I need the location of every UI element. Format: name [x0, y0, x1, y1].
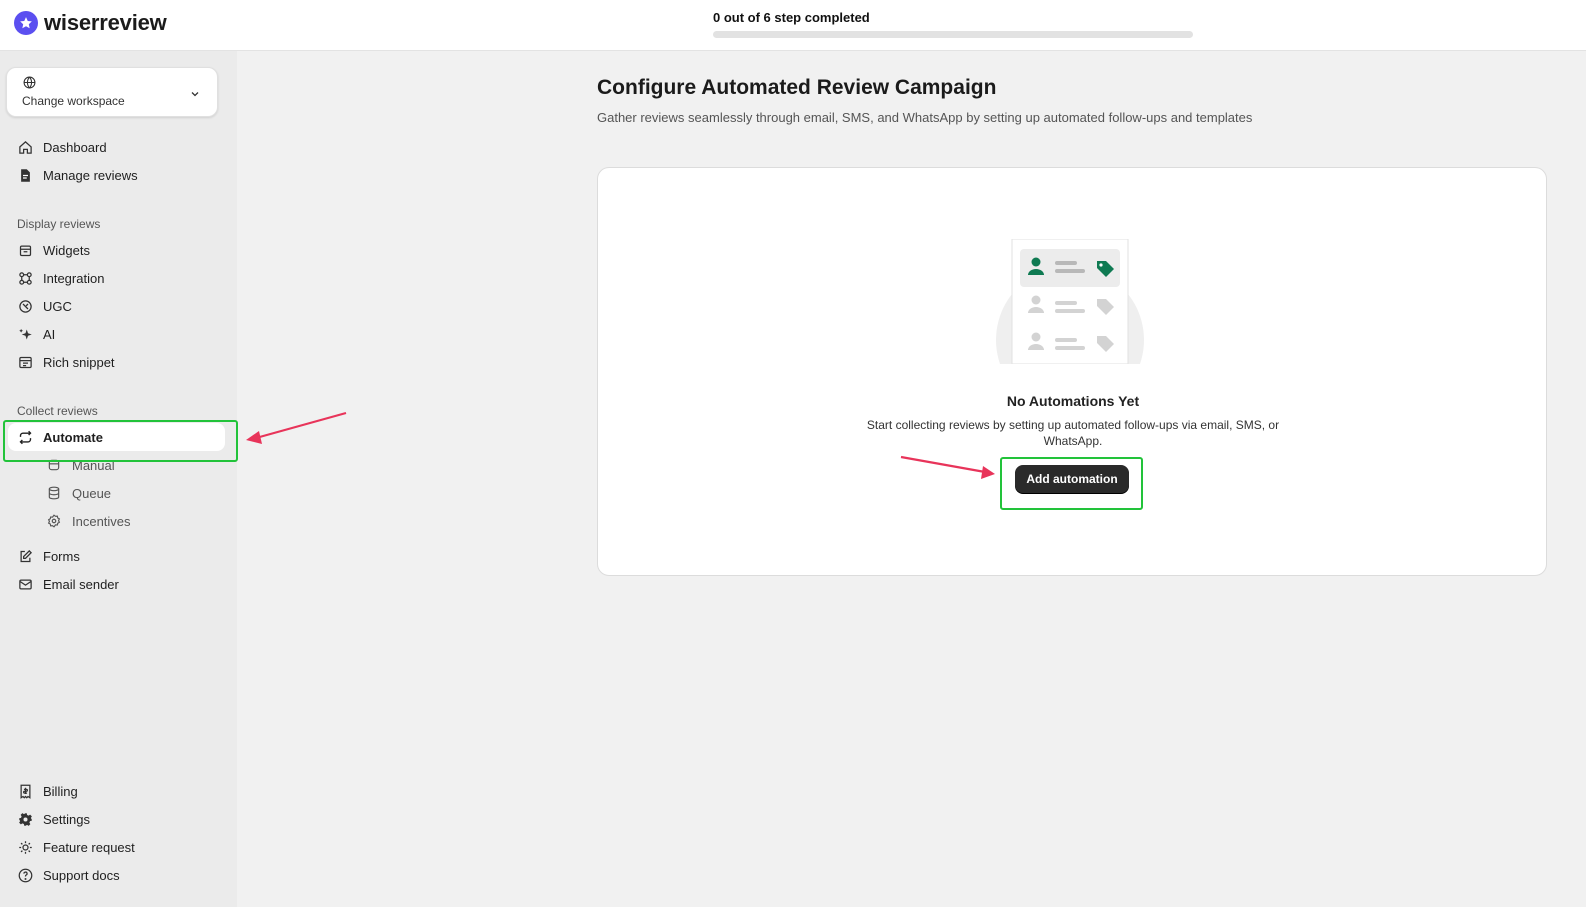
- sidebar-item-integration[interactable]: Integration: [17, 265, 104, 291]
- page-subtitle: Gather reviews seamlessly through email,…: [597, 110, 1253, 125]
- sidebar-item-dashboard[interactable]: Dashboard: [17, 134, 107, 160]
- sidebar-item-label: Queue: [72, 485, 112, 501]
- sidebar-item-rich-snippet[interactable]: Rich snippet: [17, 349, 115, 375]
- sidebar-item-label: Support docs: [43, 867, 120, 883]
- sidebar-item-label: Manage reviews: [43, 167, 138, 183]
- progress-bar: [713, 31, 1193, 38]
- highlight-box-add-automation: [1000, 457, 1143, 510]
- sidebar-item-label: Billing: [43, 783, 78, 799]
- sidebar-item-label: Incentives: [72, 513, 131, 529]
- logo[interactable]: wiserreview: [14, 10, 167, 36]
- sidebar-item-incentives[interactable]: Incentives: [46, 508, 131, 534]
- home-icon: [17, 139, 33, 155]
- star-logo-icon: [14, 11, 38, 35]
- sidebar-item-settings[interactable]: Settings: [17, 806, 90, 832]
- progress-label: 0 out of 6 step completed: [713, 10, 870, 25]
- receipt-icon: [17, 783, 33, 799]
- page-title: Configure Automated Review Campaign: [597, 76, 997, 99]
- sparkle-icon: [17, 326, 33, 342]
- sidebar-item-label: UGC: [43, 298, 72, 314]
- gear-icon: [17, 811, 33, 827]
- sidebar-item-label: Feature request: [43, 839, 135, 855]
- integration-icon: [17, 270, 33, 286]
- empty-state-card: No Automations Yet Start collecting revi…: [597, 167, 1547, 576]
- sidebar-item-label: Settings: [43, 811, 90, 827]
- sidebar-item-label: Email sender: [43, 576, 119, 592]
- sidebar: Change workspace Dashboard Manage review…: [0, 51, 237, 907]
- empty-state-title: No Automations Yet: [1006, 393, 1140, 409]
- chevron-down-icon: [189, 87, 201, 105]
- sidebar-item-feature-request[interactable]: Feature request: [17, 834, 135, 860]
- sidebar-item-forms[interactable]: Forms: [17, 543, 80, 569]
- workspace-switcher[interactable]: Change workspace: [6, 67, 218, 117]
- app-name: wiserreview: [44, 10, 167, 35]
- section-label-display-reviews: Display reviews: [17, 217, 101, 231]
- highlight-box-automate: [3, 420, 238, 462]
- document-icon: [17, 167, 33, 183]
- widgets-icon: [17, 242, 33, 258]
- sidebar-item-queue[interactable]: Queue: [46, 480, 111, 506]
- edit-form-icon: [17, 548, 33, 564]
- sidebar-item-label: Widgets: [43, 242, 90, 258]
- ugc-icon: [17, 298, 33, 314]
- automation-list-illustration: [996, 239, 1144, 364]
- mail-icon: [17, 576, 33, 592]
- top-bar: wiserreview 0 out of 6 step completed: [0, 0, 1586, 51]
- workspace-label: Change workspace: [22, 94, 125, 108]
- empty-state-text: Start collecting reviews by setting up a…: [866, 418, 1280, 448]
- globe-icon: [23, 76, 36, 94]
- sidebar-item-manage-reviews[interactable]: Manage reviews: [17, 162, 138, 188]
- sidebar-item-label: Dashboard: [43, 139, 107, 155]
- sidebar-item-support-docs[interactable]: Support docs: [17, 862, 120, 888]
- rich-snippet-icon: [17, 354, 33, 370]
- section-label-collect-reviews: Collect reviews: [17, 404, 98, 418]
- sidebar-item-ugc[interactable]: UGC: [17, 293, 72, 319]
- sidebar-item-label: Forms: [43, 548, 80, 564]
- help-circle-icon: [17, 867, 33, 883]
- sidebar-item-email-sender[interactable]: Email sender: [17, 571, 119, 597]
- sidebar-item-label: Integration: [43, 270, 105, 286]
- sidebar-item-widgets[interactable]: Widgets: [17, 237, 90, 263]
- database-icon: [46, 485, 62, 501]
- sidebar-item-billing[interactable]: Billing: [17, 778, 78, 804]
- sidebar-item-label: AI: [43, 326, 56, 342]
- sidebar-item-label: Rich snippet: [43, 354, 115, 370]
- badge-icon: [46, 513, 62, 529]
- sun-icon: [17, 839, 33, 855]
- sidebar-item-ai[interactable]: AI: [17, 321, 55, 347]
